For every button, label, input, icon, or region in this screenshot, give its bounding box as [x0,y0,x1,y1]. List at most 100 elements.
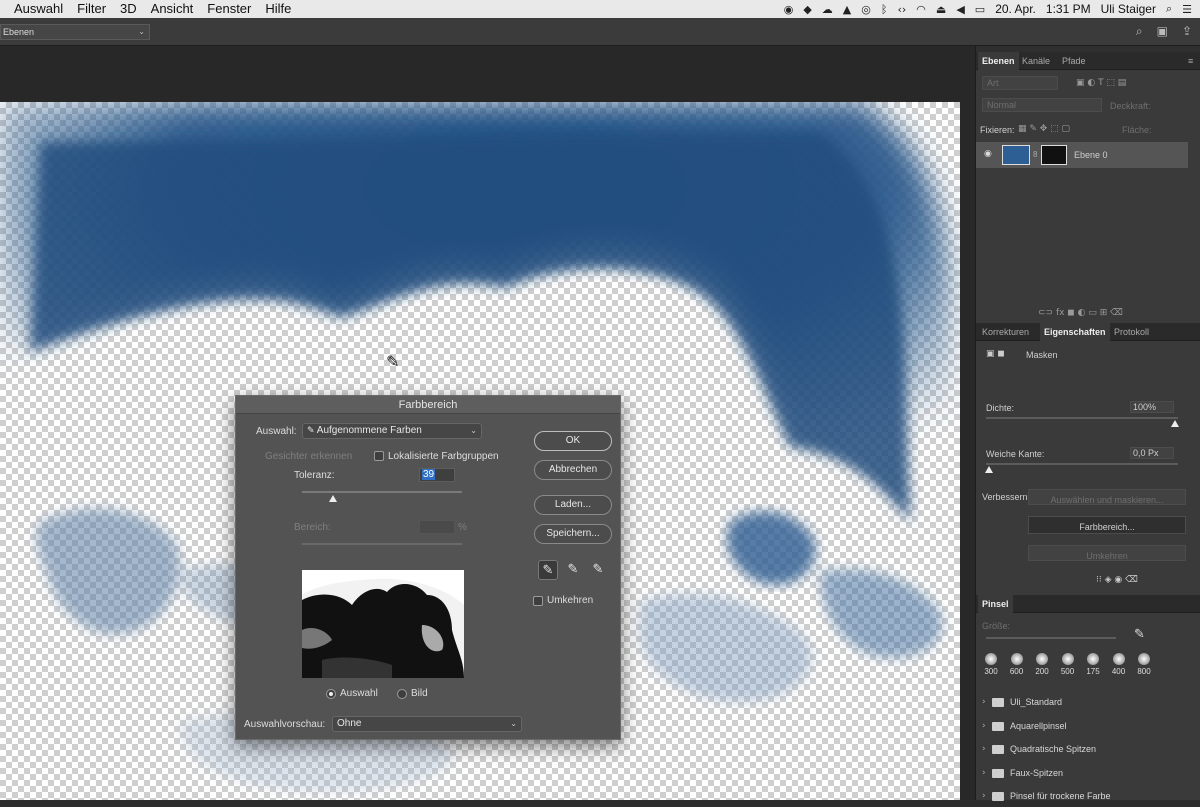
brush-preset[interactable]: 200 [1031,653,1053,676]
sample-layers-select[interactable]: Ebenen ⌄ [0,24,150,40]
brush-folder-label: Uli_Standard [1010,697,1063,707]
brush-folder-row[interactable]: › Pinsel für trockene Farbe [982,785,1192,807]
mask-actions-icons[interactable]: ⁝⁝ ◈ ◉ ⌫ [1096,575,1138,585]
toleranz-slider-thumb[interactable] [329,495,338,502]
share-icon[interactable]: ⇪ [1182,24,1192,39]
chevron-right-icon[interactable]: › [982,785,986,807]
menu-ansicht[interactable]: Ansicht [151,0,194,18]
cancel-button[interactable]: Abbrechen [534,460,612,480]
tab-kanaele[interactable]: Kanäle [1018,52,1054,70]
layer-name[interactable]: Ebene 0 [1074,150,1108,160]
kante-input[interactable]: 0,0 Px [1130,447,1174,459]
brush-preset[interactable]: 300 [980,653,1002,676]
brush-preset-size: 800 [1137,667,1151,676]
dichte-label: Dichte: [986,403,1015,413]
brush-preset[interactable]: 400 [1108,653,1130,676]
sample-layers-value: Ebenen [3,27,35,37]
ok-button[interactable]: OK [534,431,612,451]
umkehren-checkbox[interactable] [533,596,543,606]
brush-preset-size: 400 [1111,667,1126,676]
layer-filter-icons[interactable]: ▣ ◐ T ⬚ ▤ [1076,78,1126,88]
options-bar: Ebenen ⌄ ⌕ ▣ ⇪ [0,18,1200,46]
tab-pinsel[interactable]: Pinsel [978,595,1013,613]
farbbereich-button[interactable]: Farbbereich... [1028,516,1186,534]
tab-eigenschaften[interactable]: Eigenschaften [1040,323,1110,341]
chevron-right-icon[interactable]: › [982,691,986,713]
panel-menu-icon[interactable]: ≡ [1184,52,1197,70]
menubar-date[interactable]: 20. Apr. [995,2,1036,16]
kante-slider[interactable] [986,463,1178,465]
wifi-icon[interactable]: ◠ [916,3,926,16]
brush-folder-row[interactable]: › Aquarellpinsel [982,715,1192,737]
battery-icon[interactable]: ▭ [975,3,985,16]
menu-auswahl[interactable]: Auswahl [14,0,63,18]
lokalisierte-checkbox[interactable] [374,451,384,461]
dichte-input[interactable]: 100% [1130,401,1174,413]
selection-preview [302,570,464,678]
brush-folder-row[interactable]: › Uli_Standard [982,691,1192,713]
volume-icon[interactable]: ◀ [956,3,964,16]
brush-preset[interactable]: 500 [1057,653,1079,676]
pixel-mask-icon[interactable]: ▣ ◼ [986,349,1005,359]
size-slider[interactable] [986,637,1116,639]
bereich-input [419,520,455,534]
layer-actions-icons[interactable]: ⊂⊃ fx ◼ ◐ ▭ ⊞ ⌫ [1038,308,1123,318]
kante-slider-thumb[interactable] [985,466,993,473]
eyedropper-minus-icon[interactable]: ✎ [588,560,608,580]
cloud-icon[interactable]: ☁ [822,3,833,16]
layer-row[interactable]: ◉ 8 Ebene 0 [976,142,1188,168]
vorschau-dropdown[interactable]: Ohne ⌄ [332,716,522,732]
brush-preset[interactable]: 800 [1133,653,1155,676]
code-icon[interactable]: ‹› [897,3,906,16]
menu-3d[interactable]: 3D [120,0,137,18]
menu-hilfe[interactable]: Hilfe [265,0,291,18]
chevron-right-icon[interactable]: › [982,738,986,760]
gesichter-label: Gesichter erkennen [265,451,353,462]
auswahl-dropdown[interactable]: ✎ Aufgenommene Farben ⌄ [302,423,482,439]
menu-fenster[interactable]: Fenster [207,0,251,18]
drive-icon[interactable]: ▲ [843,3,851,16]
tab-korrekturen[interactable]: Korrekturen [978,323,1033,341]
auswahl-value: Aufgenommene Farben [316,425,422,436]
load-button[interactable]: Laden... [534,495,612,515]
tab-ebenen[interactable]: Ebenen [978,52,1019,70]
chevron-right-icon[interactable]: › [982,762,986,784]
brush-folder-row[interactable]: › Quadratische Spitzen [982,738,1192,760]
radio-auswahl[interactable] [326,689,336,699]
tab-pfade[interactable]: Pfade [1058,52,1090,70]
toleranz-value: 39 [422,469,436,480]
toleranz-input[interactable]: 39 [419,468,455,482]
mask-thumbnail[interactable] [1041,145,1067,165]
brush-settings-icon[interactable]: ✎ [1134,627,1145,642]
workspace-icon[interactable]: ▣ [1157,24,1168,39]
brush-folder-row[interactable]: › Faux-Spitzen [982,762,1192,784]
menu-filter[interactable]: Filter [77,0,106,18]
brush-preset[interactable]: 175 [1082,653,1104,676]
save-button[interactable]: Speichern... [534,524,612,544]
eject-icon[interactable]: ⏏ [936,3,946,16]
tab-protokoll[interactable]: Protokoll [1110,323,1153,341]
search-icon[interactable]: ⌕ [1166,2,1172,16]
menu-list-icon[interactable]: ☰ [1182,3,1192,16]
radio-bild[interactable] [397,689,407,699]
dichte-slider[interactable] [986,417,1178,419]
brush-tip-icon [1138,653,1150,665]
creative-cloud-icon[interactable]: ◎ [861,3,871,16]
menubar-time[interactable]: 1:31 PM [1046,2,1091,16]
dropbox-icon[interactable]: ◆ [803,3,811,16]
color-range-dialog: Farbbereich Auswahl: ✎ Aufgenommene Farb… [235,395,621,740]
brush-preset[interactable]: 600 [1006,653,1028,676]
eyedropper-icon[interactable]: ✎ [538,560,558,580]
blend-mode-select[interactable]: Normal [982,98,1102,112]
dichte-slider-thumb[interactable] [1171,420,1179,427]
layer-filter[interactable]: Art [982,76,1058,90]
record-icon[interactable]: ◉ [784,3,794,16]
bluetooth-icon[interactable]: ᛒ [881,3,888,16]
eye-icon[interactable]: ◉ [984,149,992,159]
menubar-user[interactable]: Uli Staiger [1101,2,1156,16]
chevron-right-icon[interactable]: › [982,715,986,737]
eyedropper-plus-icon[interactable]: ✎ [563,560,583,580]
search-icon[interactable]: ⌕ [1136,24,1143,39]
lock-icons[interactable]: ▦ ✎ ✥ ⬚ ▢ [1018,124,1070,134]
toleranz-slider-track[interactable] [302,491,462,493]
